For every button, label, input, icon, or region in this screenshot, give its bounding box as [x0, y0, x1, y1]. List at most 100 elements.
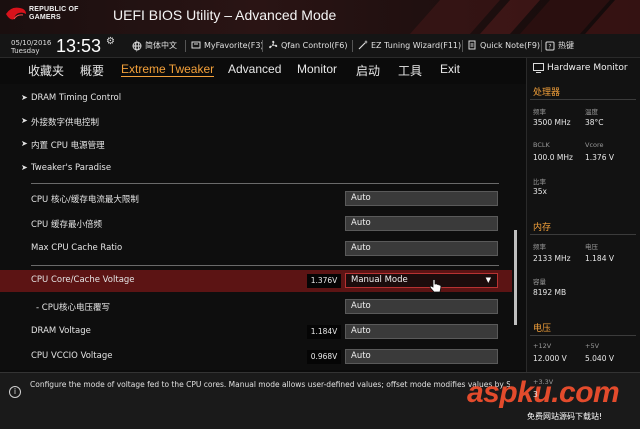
tab-tool[interactable]: 工具 [398, 62, 422, 79]
clock: 13:53 [56, 36, 102, 56]
header-decoration [410, 0, 640, 34]
monitor-title-text: Hardware Monitor [547, 63, 628, 73]
submenu-label: 内置 CPU 电源管理 [31, 141, 105, 151]
submenu-label: Tweaker's Paradise [31, 163, 112, 173]
ez-tuning-label: EZ Tuning Wizard(F11) [371, 40, 462, 50]
fan-icon [269, 40, 278, 49]
chevron-right-icon: ➤ [21, 116, 28, 125]
tab-advanced[interactable]: Advanced [228, 62, 281, 76]
rog-logo-text: REPUBLIC OF GAMERS [29, 6, 104, 22]
setting-cpu-current-limit: CPU 核心/缓存电流最大限制 Auto [0, 188, 512, 210]
submenu-label: 外接数字供电控制 [31, 118, 100, 128]
voltage-mode-dropdown[interactable]: Manual Mode ▼ [345, 273, 498, 288]
monitor-section-cpu: 处理器 [533, 88, 561, 98]
setting-cpu-vccio-voltage: CPU VCCIO Voltage 0.968V Auto [0, 346, 512, 368]
logo-line1: REPUBLIC OF [29, 6, 79, 13]
toolbar-divider [541, 40, 542, 52]
setting-label: CPU Core/Cache Voltage [31, 275, 135, 285]
mem-volt-value: 1.184 V [585, 254, 614, 263]
logo-line2: GAMERS [29, 14, 61, 21]
chevron-right-icon: ➤ [21, 139, 28, 148]
divider [530, 335, 636, 336]
svg-text:?: ? [548, 43, 551, 50]
qfan-button[interactable]: Qfan Control(F6) [268, 40, 347, 50]
setting-cpu-core-voltage-override: - CPU核心电压覆写 Auto [0, 296, 512, 318]
hotkey-icon: ? [545, 41, 555, 50]
mem-cap-label: 容量 [533, 278, 546, 286]
setting-label: - CPU核心电压覆写 [36, 303, 111, 313]
ez-tuning-button[interactable]: EZ Tuning Wizard(F11) [358, 40, 461, 50]
setting-label: DRAM Voltage [31, 326, 91, 336]
voltage-readout: 1.184V [307, 325, 341, 339]
setting-cpu-cache-min-ratio: CPU 缓存最小倍频 Auto [0, 213, 512, 235]
tab-exit[interactable]: Exit [440, 62, 460, 76]
help-text: Configure the mode of voltage fed to the… [30, 380, 510, 389]
date-display: 05/10/2016 Tuesday [11, 39, 51, 55]
setting-label: CPU 缓存最小倍频 [31, 220, 102, 230]
tab-favorites[interactable]: 收藏夹 [28, 62, 64, 79]
title-bar: REPUBLIC OF GAMERS UEFI BIOS Utility – A… [0, 0, 640, 34]
cpu-temp-label: 温度 [585, 108, 598, 116]
setting-value-field[interactable]: Auto [345, 299, 498, 314]
setting-value-field[interactable]: Auto [345, 216, 498, 231]
v5-label: +5V [585, 342, 600, 350]
submenu-tweakers-paradise[interactable]: ➤ Tweaker's Paradise [0, 158, 512, 180]
globe-icon [132, 41, 142, 50]
hotkey-label: 热键 [558, 41, 574, 50]
setting-label: CPU VCCIO Voltage [31, 351, 113, 361]
cpu-ratio-label: 比率 [533, 178, 546, 186]
hotkey-button[interactable]: ? 热键 [545, 40, 574, 51]
chevron-right-icon: ➤ [21, 93, 28, 102]
divider [530, 99, 636, 100]
setting-value-field[interactable]: Auto [345, 324, 498, 339]
myfavorite-button[interactable]: MyFavorite(F3) [191, 40, 264, 50]
mem-freq-label: 频率 [533, 243, 546, 251]
setting-label: Max CPU Cache Ratio [31, 243, 123, 253]
language-button[interactable]: 简体中文 [132, 40, 177, 51]
app-title: UEFI BIOS Utility – Advanced Mode [113, 7, 337, 23]
divider [31, 265, 499, 266]
v12-value: 12.000 V [533, 354, 567, 363]
toolbar-divider [185, 40, 186, 52]
toolbar-divider [352, 40, 353, 52]
voltage-readout: 0.968V [307, 350, 341, 364]
cpu-freq-value: 3500 MHz [533, 118, 571, 127]
v33-value: 3 [533, 390, 538, 399]
submenu-digi-power[interactable]: ➤ 外接数字供电控制 [0, 111, 512, 133]
tab-boot[interactable]: 启动 [356, 62, 380, 79]
v5-value: 5.040 V [585, 354, 614, 363]
submenu-dram-timing[interactable]: ➤ DRAM Timing Control [0, 88, 512, 110]
scrollbar[interactable] [514, 230, 517, 325]
v33-label: +3.3V [533, 378, 554, 386]
tab-extreme-tweaker[interactable]: Extreme Tweaker [121, 62, 215, 77]
divider [31, 183, 499, 184]
language-label: 简体中文 [145, 41, 177, 50]
favorite-icon [191, 41, 201, 49]
clock-settings-icon[interactable]: ⚙ [106, 36, 115, 47]
cpu-vcore-label: Vcore [585, 141, 604, 149]
submenu-cpu-power[interactable]: ➤ 内置 CPU 电源管理 [0, 134, 512, 156]
cpu-temp-value: 38°C [585, 118, 604, 127]
tab-monitor[interactable]: Monitor [297, 62, 337, 76]
monitor-section-voltage: 电压 [533, 324, 552, 334]
cpu-bclk-value: 100.0 MHz [533, 153, 573, 162]
chevron-right-icon: ➤ [21, 163, 28, 172]
setting-value-field[interactable]: Auto [345, 349, 498, 364]
setting-value-field[interactable]: Auto [345, 191, 498, 206]
quick-note-button[interactable]: Quick Note(F9) [467, 40, 540, 50]
setting-value-field[interactable]: Auto [345, 241, 498, 256]
dropdown-value: Manual Mode [351, 275, 408, 285]
voltage-readout: 1.376V [307, 274, 341, 288]
dropdown-arrow-icon: ▼ [485, 276, 491, 284]
date-text: 05/10/2016 [11, 39, 52, 47]
submenu-label: DRAM Timing Control [31, 93, 122, 103]
mem-volt-label: 电压 [585, 243, 598, 251]
hand-cursor-icon [429, 279, 442, 293]
cpu-freq-label: 频率 [533, 108, 546, 116]
mem-freq-value: 2133 MHz [533, 254, 571, 263]
cpu-bclk-label: BCLK [533, 141, 550, 149]
setting-label: CPU 核心/缓存电流最大限制 [31, 195, 139, 205]
cpu-vcore-value: 1.376 V [585, 153, 614, 162]
tab-main[interactable]: 概要 [80, 62, 104, 79]
myfavorite-label: MyFavorite(F3) [204, 40, 264, 50]
